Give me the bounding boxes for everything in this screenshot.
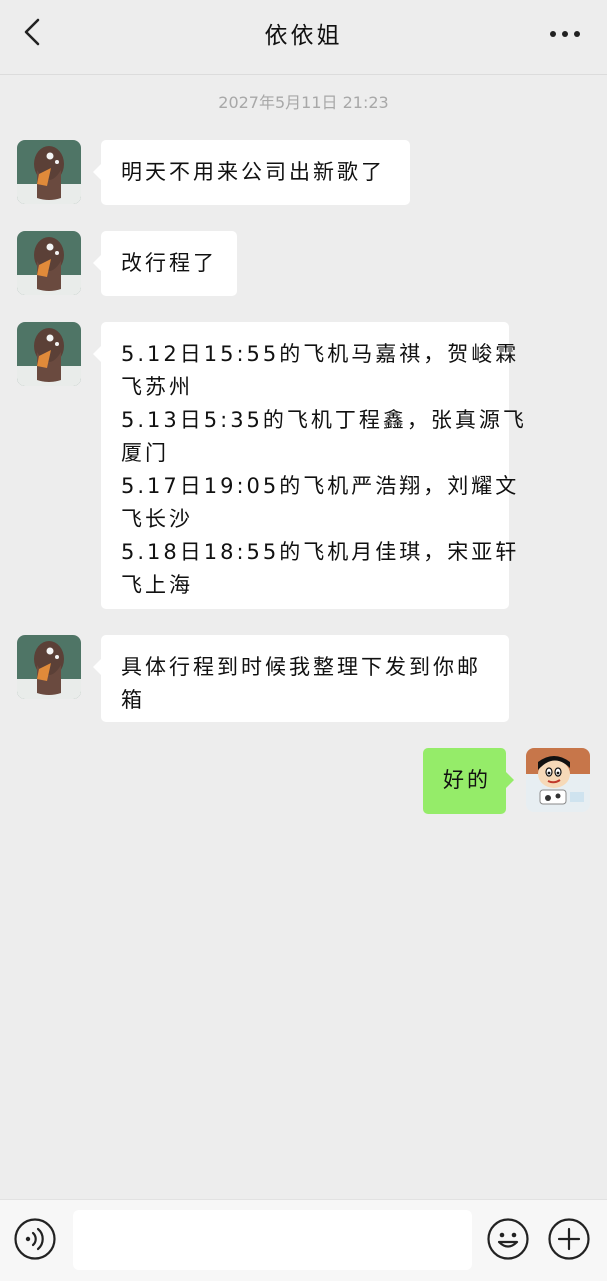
contact-avatar-image <box>17 231 81 295</box>
my-avatar-image <box>526 748 590 812</box>
message-text-line: 5.18日18:55的飞机月佳琪，宋亚轩 <box>121 540 520 564</box>
message-text-line: 飞长沙 <box>121 507 193 531</box>
more-dots-icon <box>550 31 580 37</box>
contact-avatar[interactable] <box>17 231 81 295</box>
more-button[interactable] <box>545 18 585 50</box>
contact-message-bubble[interactable]: 具体行程到时候我整理下发到你邮 箱 <box>93 635 509 722</box>
message-input[interactable] <box>73 1210 472 1270</box>
my-avatar[interactable] <box>526 748 590 812</box>
message-text: 好的 <box>443 768 491 792</box>
message-timestamp: 2027年5月11日 21:23 <box>218 93 389 112</box>
voice-button[interactable] <box>13 1217 57 1261</box>
contact-avatar-image <box>17 322 81 386</box>
message-text: 改行程了 <box>121 251 217 275</box>
my-message-bubble[interactable]: 好的 <box>423 748 514 814</box>
voice-icon <box>14 1218 56 1260</box>
input-bar <box>0 1199 607 1281</box>
emoji-icon <box>487 1218 529 1260</box>
plus-icon <box>548 1218 590 1260</box>
contact-message-bubble[interactable]: 5.12日15:55的飞机马嘉祺，贺峻霖 飞苏州 5.13日5:35的飞机丁程鑫… <box>93 322 527 609</box>
contact-message-bubble[interactable]: 明天不用来公司出新歌了 <box>93 140 410 205</box>
message-text-line: 厦门 <box>121 441 169 465</box>
message-text-line: 5.12日15:55的飞机马嘉祺，贺峻霖 <box>121 342 520 366</box>
contact-avatar[interactable] <box>17 322 81 386</box>
chat-header: 依依姐 <box>0 0 607 75</box>
chat-title: 依依姐 <box>264 23 343 49</box>
message-text-line: 飞苏州 <box>121 375 193 399</box>
message-text-line: 飞上海 <box>121 573 193 597</box>
plus-button[interactable] <box>547 1217 591 1261</box>
emoji-button[interactable] <box>486 1217 530 1261</box>
message-text-line: 具体行程到时候我整理下发到你邮 <box>121 655 481 679</box>
contact-message-bubble[interactable]: 改行程了 <box>93 231 237 296</box>
message-text-line: 5.17日19:05的飞机严浩翔，刘耀文 <box>121 474 520 498</box>
contact-avatar[interactable] <box>17 140 81 204</box>
contact-avatar-image <box>17 635 81 699</box>
contact-avatar-image <box>17 140 81 204</box>
message-text: 明天不用来公司出新歌了 <box>121 160 385 184</box>
contact-avatar[interactable] <box>17 635 81 699</box>
message-text-line: 箱 <box>121 688 145 712</box>
message-text-line: 5.13日5:35的飞机丁程鑫，张真源飞 <box>121 408 527 432</box>
